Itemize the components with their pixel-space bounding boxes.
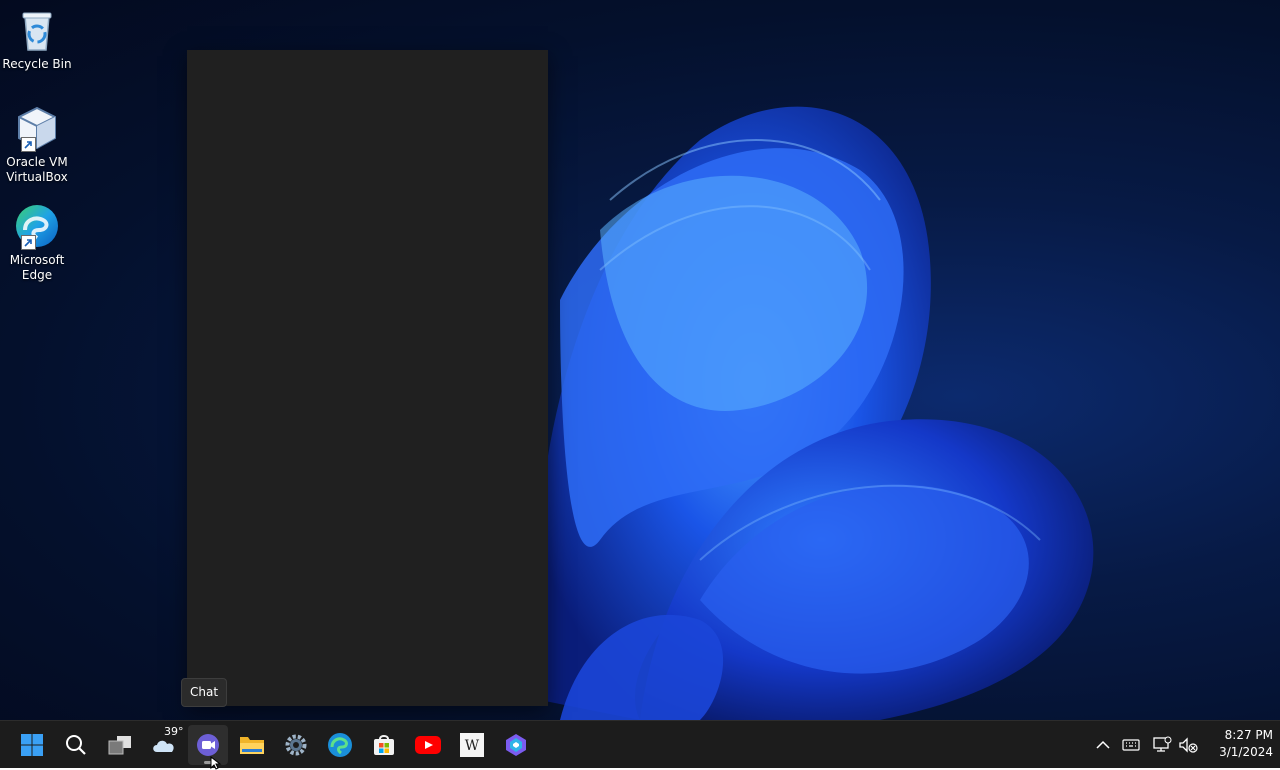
start-button[interactable] xyxy=(12,725,52,765)
edge-label-line1: Microsoft xyxy=(9,253,65,267)
network-button[interactable] xyxy=(1150,733,1174,757)
microsoft-store-button[interactable] xyxy=(364,725,404,765)
file-explorer-button[interactable] xyxy=(232,725,272,765)
edge-icon xyxy=(13,202,61,250)
desktop: Recycle Bin Oracle VM VirtualBox Microso… xyxy=(0,0,1280,720)
shortcut-arrow-icon xyxy=(21,235,36,250)
chat-icon xyxy=(197,734,219,756)
copilot-button[interactable] xyxy=(496,725,536,765)
recycle-bin-label: Recycle Bin xyxy=(2,57,72,71)
edge-icon xyxy=(328,733,352,757)
weather-temp: 39° xyxy=(164,725,184,738)
svg-text:W: W xyxy=(465,738,480,754)
youtube-icon xyxy=(415,736,441,754)
copilot-icon xyxy=(506,734,526,756)
recycle-bin-icon xyxy=(13,6,61,54)
desktop-icon-virtualbox[interactable]: Oracle VM VirtualBox xyxy=(2,104,72,185)
touch-keyboard-button[interactable] xyxy=(1119,733,1143,757)
windows-logo-icon xyxy=(21,734,43,756)
shortcut-arrow-icon xyxy=(21,137,36,152)
task-view-icon xyxy=(108,736,131,755)
show-hidden-icons-button[interactable] xyxy=(1091,733,1115,757)
volume-muted-icon xyxy=(1179,737,1198,753)
volume-button[interactable] xyxy=(1176,733,1200,757)
search-icon xyxy=(66,735,86,755)
virtualbox-label-line1: Oracle VM xyxy=(6,155,68,169)
chat-tooltip: Chat xyxy=(181,678,228,707)
desktop-icon-recycle-bin[interactable]: Recycle Bin xyxy=(2,6,72,72)
youtube-button[interactable] xyxy=(408,725,448,765)
chat-flyout[interactable] xyxy=(187,50,548,706)
settings-button[interactable] xyxy=(276,725,316,765)
edge-label-line2: Edge xyxy=(21,268,53,282)
virtualbox-label-line2: VirtualBox xyxy=(6,170,68,184)
clock-date: 3/1/2024 xyxy=(1219,745,1273,759)
chat-button[interactable] xyxy=(188,725,228,765)
edge-taskbar-button[interactable] xyxy=(320,725,360,765)
network-icon xyxy=(1153,736,1172,752)
store-icon xyxy=(374,735,394,755)
clock[interactable]: 8:27 PM 3/1/2024 xyxy=(1203,727,1273,763)
folder-icon xyxy=(240,737,264,754)
gear-icon xyxy=(285,734,307,756)
search-button[interactable] xyxy=(56,725,96,765)
chevron-up-icon xyxy=(1096,740,1110,749)
wikipedia-button[interactable]: W xyxy=(452,725,492,765)
widgets-button[interactable]: 39° xyxy=(144,725,184,765)
task-view-button[interactable] xyxy=(100,725,140,765)
desktop-icon-edge[interactable]: Microsoft Edge xyxy=(2,202,72,283)
cloud-icon xyxy=(153,740,174,752)
virtualbox-icon xyxy=(13,104,61,152)
clock-time: 8:27 PM xyxy=(1224,728,1273,742)
taskbar: 39° W 8:27 PM 3/1/2024 xyxy=(0,720,1280,768)
wikipedia-icon: W xyxy=(460,733,484,757)
keyboard-icon xyxy=(1122,739,1140,751)
